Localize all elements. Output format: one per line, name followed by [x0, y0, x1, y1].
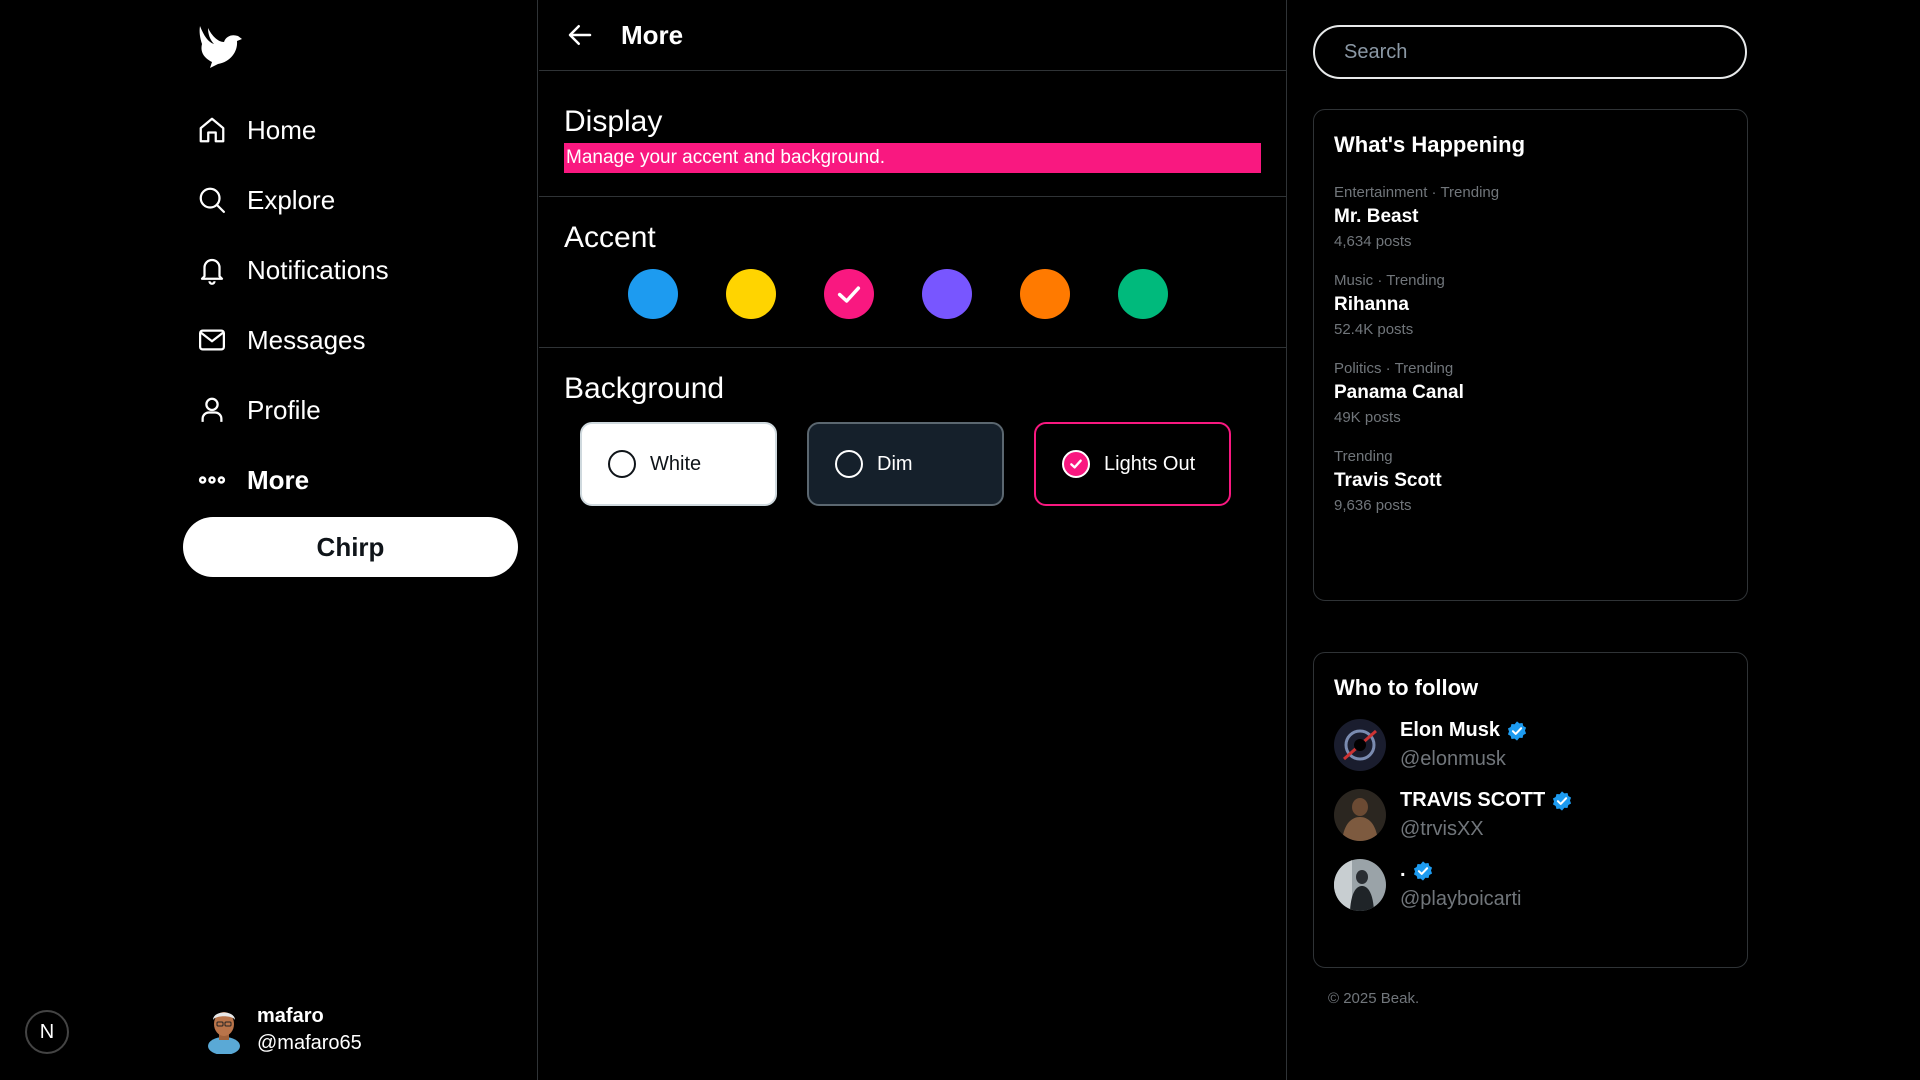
copyright-text: © 2025 Beak. — [1328, 990, 1420, 1007]
follow-name-row: . — [1400, 859, 1521, 882]
follow-name: . — [1400, 859, 1406, 881]
accent-swatch-purple[interactable] — [922, 269, 972, 319]
trend-item[interactable]: Politics · Trending Panama Canal 49K pos… — [1334, 360, 1727, 426]
follow-name-row: Elon Musk — [1400, 719, 1528, 742]
background-option-label: White — [650, 452, 702, 475]
follow-suggestion[interactable]: TRAVIS SCOTT @trvisXX — [1334, 789, 1727, 841]
follow-title: Who to follow — [1334, 675, 1479, 700]
bell-icon — [195, 253, 229, 287]
right-sidebar: What's Happening Entertainment · Trendin… — [1288, 0, 1920, 1080]
background-section: Background White Dim Lights Out — [539, 348, 1286, 506]
account-handle: @mafaro65 — [257, 1032, 362, 1054]
nav-item-more[interactable]: More — [195, 445, 389, 515]
trend-count: 4,634 posts — [1334, 233, 1412, 250]
follow-handle: @playboicarti — [1400, 888, 1522, 910]
display-subtitle: Manage your accent and background. — [564, 143, 1261, 173]
background-option-label: Lights Out — [1104, 452, 1196, 475]
follow-name: TRAVIS SCOTT — [1400, 789, 1546, 811]
check-icon — [837, 286, 861, 303]
more-dots-icon — [195, 463, 229, 497]
left-sidebar: Home Explore Notifications Messages Prof… — [0, 0, 538, 1080]
trend-meta: Music · Trending — [1334, 272, 1445, 289]
trend-count: 49K posts — [1334, 409, 1401, 426]
follow-handle: @trvisXX — [1400, 818, 1484, 840]
page-title: More — [621, 19, 684, 50]
verified-badge-icon — [1507, 720, 1527, 741]
trends-card: What's Happening Entertainment · Trendin… — [1313, 109, 1748, 601]
trend-topic: Mr. Beast — [1334, 206, 1419, 227]
main-column: More Display Manage your accent and back… — [539, 0, 1287, 1080]
background-option-white[interactable]: White — [580, 422, 777, 506]
back-arrow-icon[interactable] — [565, 20, 595, 50]
trends-list: Entertainment · Trending Mr. Beast 4,634… — [1334, 184, 1727, 514]
nav-label-more: More — [247, 464, 310, 495]
nav-label-notifications: Notifications — [247, 254, 389, 285]
account-switcher[interactable]: mafaro @mafaro65 — [205, 1005, 362, 1055]
avatar — [1334, 719, 1386, 771]
search-icon — [195, 183, 229, 217]
trend-meta: Politics · Trending — [1334, 360, 1454, 377]
avatar — [1334, 859, 1386, 911]
follow-name: Elon Musk — [1400, 719, 1501, 741]
accent-swatch-orange[interactable] — [1020, 269, 1070, 319]
home-icon — [195, 113, 229, 147]
dove-logo-icon[interactable] — [194, 22, 244, 72]
follow-suggestion[interactable]: . @playboicarti — [1334, 859, 1727, 911]
nav-label-explore: Explore — [247, 184, 336, 215]
display-section: Display Manage your accent and backgroun… — [539, 71, 1286, 197]
nav-item-messages[interactable]: Messages — [195, 305, 389, 375]
app-root: Home Explore Notifications Messages Prof… — [0, 0, 1920, 1080]
trend-item[interactable]: Music · Trending Rihanna 52.4K posts — [1334, 272, 1727, 338]
follow-name-row: TRAVIS SCOTT — [1400, 789, 1573, 812]
follow-suggestion[interactable]: Elon Musk @elonmusk — [1334, 719, 1727, 771]
trend-meta: Entertainment · Trending — [1334, 184, 1500, 201]
main-nav: Home Explore Notifications Messages Prof… — [195, 95, 389, 515]
accent-title: Accent — [564, 221, 656, 254]
chirp-button[interactable]: Chirp — [183, 517, 518, 577]
trend-meta: Trending — [1334, 448, 1393, 465]
radio-unchecked-icon — [608, 450, 636, 478]
mail-icon — [195, 323, 229, 357]
trends-title: What's Happening — [1334, 132, 1526, 157]
radio-checked-icon — [1062, 450, 1090, 478]
follow-handle: @elonmusk — [1400, 748, 1506, 770]
trend-topic: Rihanna — [1334, 294, 1409, 315]
avatar — [1334, 789, 1386, 841]
background-options: White Dim Lights Out — [564, 422, 1261, 506]
verified-badge-icon — [1413, 860, 1432, 881]
trend-topic: Panama Canal — [1334, 382, 1464, 403]
who-to-follow-card: Who to follow Elon Musk @elonmusk TRAVIS… — [1313, 652, 1748, 968]
nav-label-messages: Messages — [247, 324, 366, 355]
accent-swatches — [564, 269, 1261, 319]
nav-item-notifications[interactable]: Notifications — [195, 235, 389, 305]
dev-badge[interactable]: N — [25, 1010, 69, 1054]
accent-swatch-pink[interactable] — [824, 269, 874, 319]
person-icon — [195, 393, 229, 427]
trend-count: 9,636 posts — [1334, 497, 1412, 514]
trend-item[interactable]: Entertainment · Trending Mr. Beast 4,634… — [1334, 184, 1727, 250]
trend-count: 52.4K posts — [1334, 321, 1414, 338]
nav-label-home: Home — [247, 114, 317, 145]
nav-item-profile[interactable]: Profile — [195, 375, 389, 445]
trend-item[interactable]: Trending Travis Scott 9,636 posts — [1334, 448, 1727, 514]
accent-swatch-yellow[interactable] — [726, 269, 776, 319]
nav-item-home[interactable]: Home — [195, 95, 389, 165]
avatar — [205, 1006, 243, 1055]
background-option-lights-out[interactable]: Lights Out — [1034, 422, 1231, 506]
accent-section: Accent — [539, 197, 1286, 348]
radio-unchecked-icon — [835, 450, 863, 478]
search-input[interactable] — [1313, 25, 1747, 79]
background-option-label: Dim — [877, 452, 913, 475]
background-title: Background — [564, 372, 725, 405]
nav-label-profile: Profile — [247, 394, 321, 425]
account-name: mafaro — [257, 1005, 324, 1027]
trend-topic: Travis Scott — [1334, 470, 1442, 491]
page-header: More — [539, 0, 1286, 71]
background-option-dim[interactable]: Dim — [807, 422, 1004, 506]
accent-swatch-blue[interactable] — [628, 269, 678, 319]
accent-swatch-green[interactable] — [1118, 269, 1168, 319]
verified-badge-icon — [1553, 790, 1572, 811]
nav-item-explore[interactable]: Explore — [195, 165, 389, 235]
display-title: Display — [564, 105, 663, 138]
